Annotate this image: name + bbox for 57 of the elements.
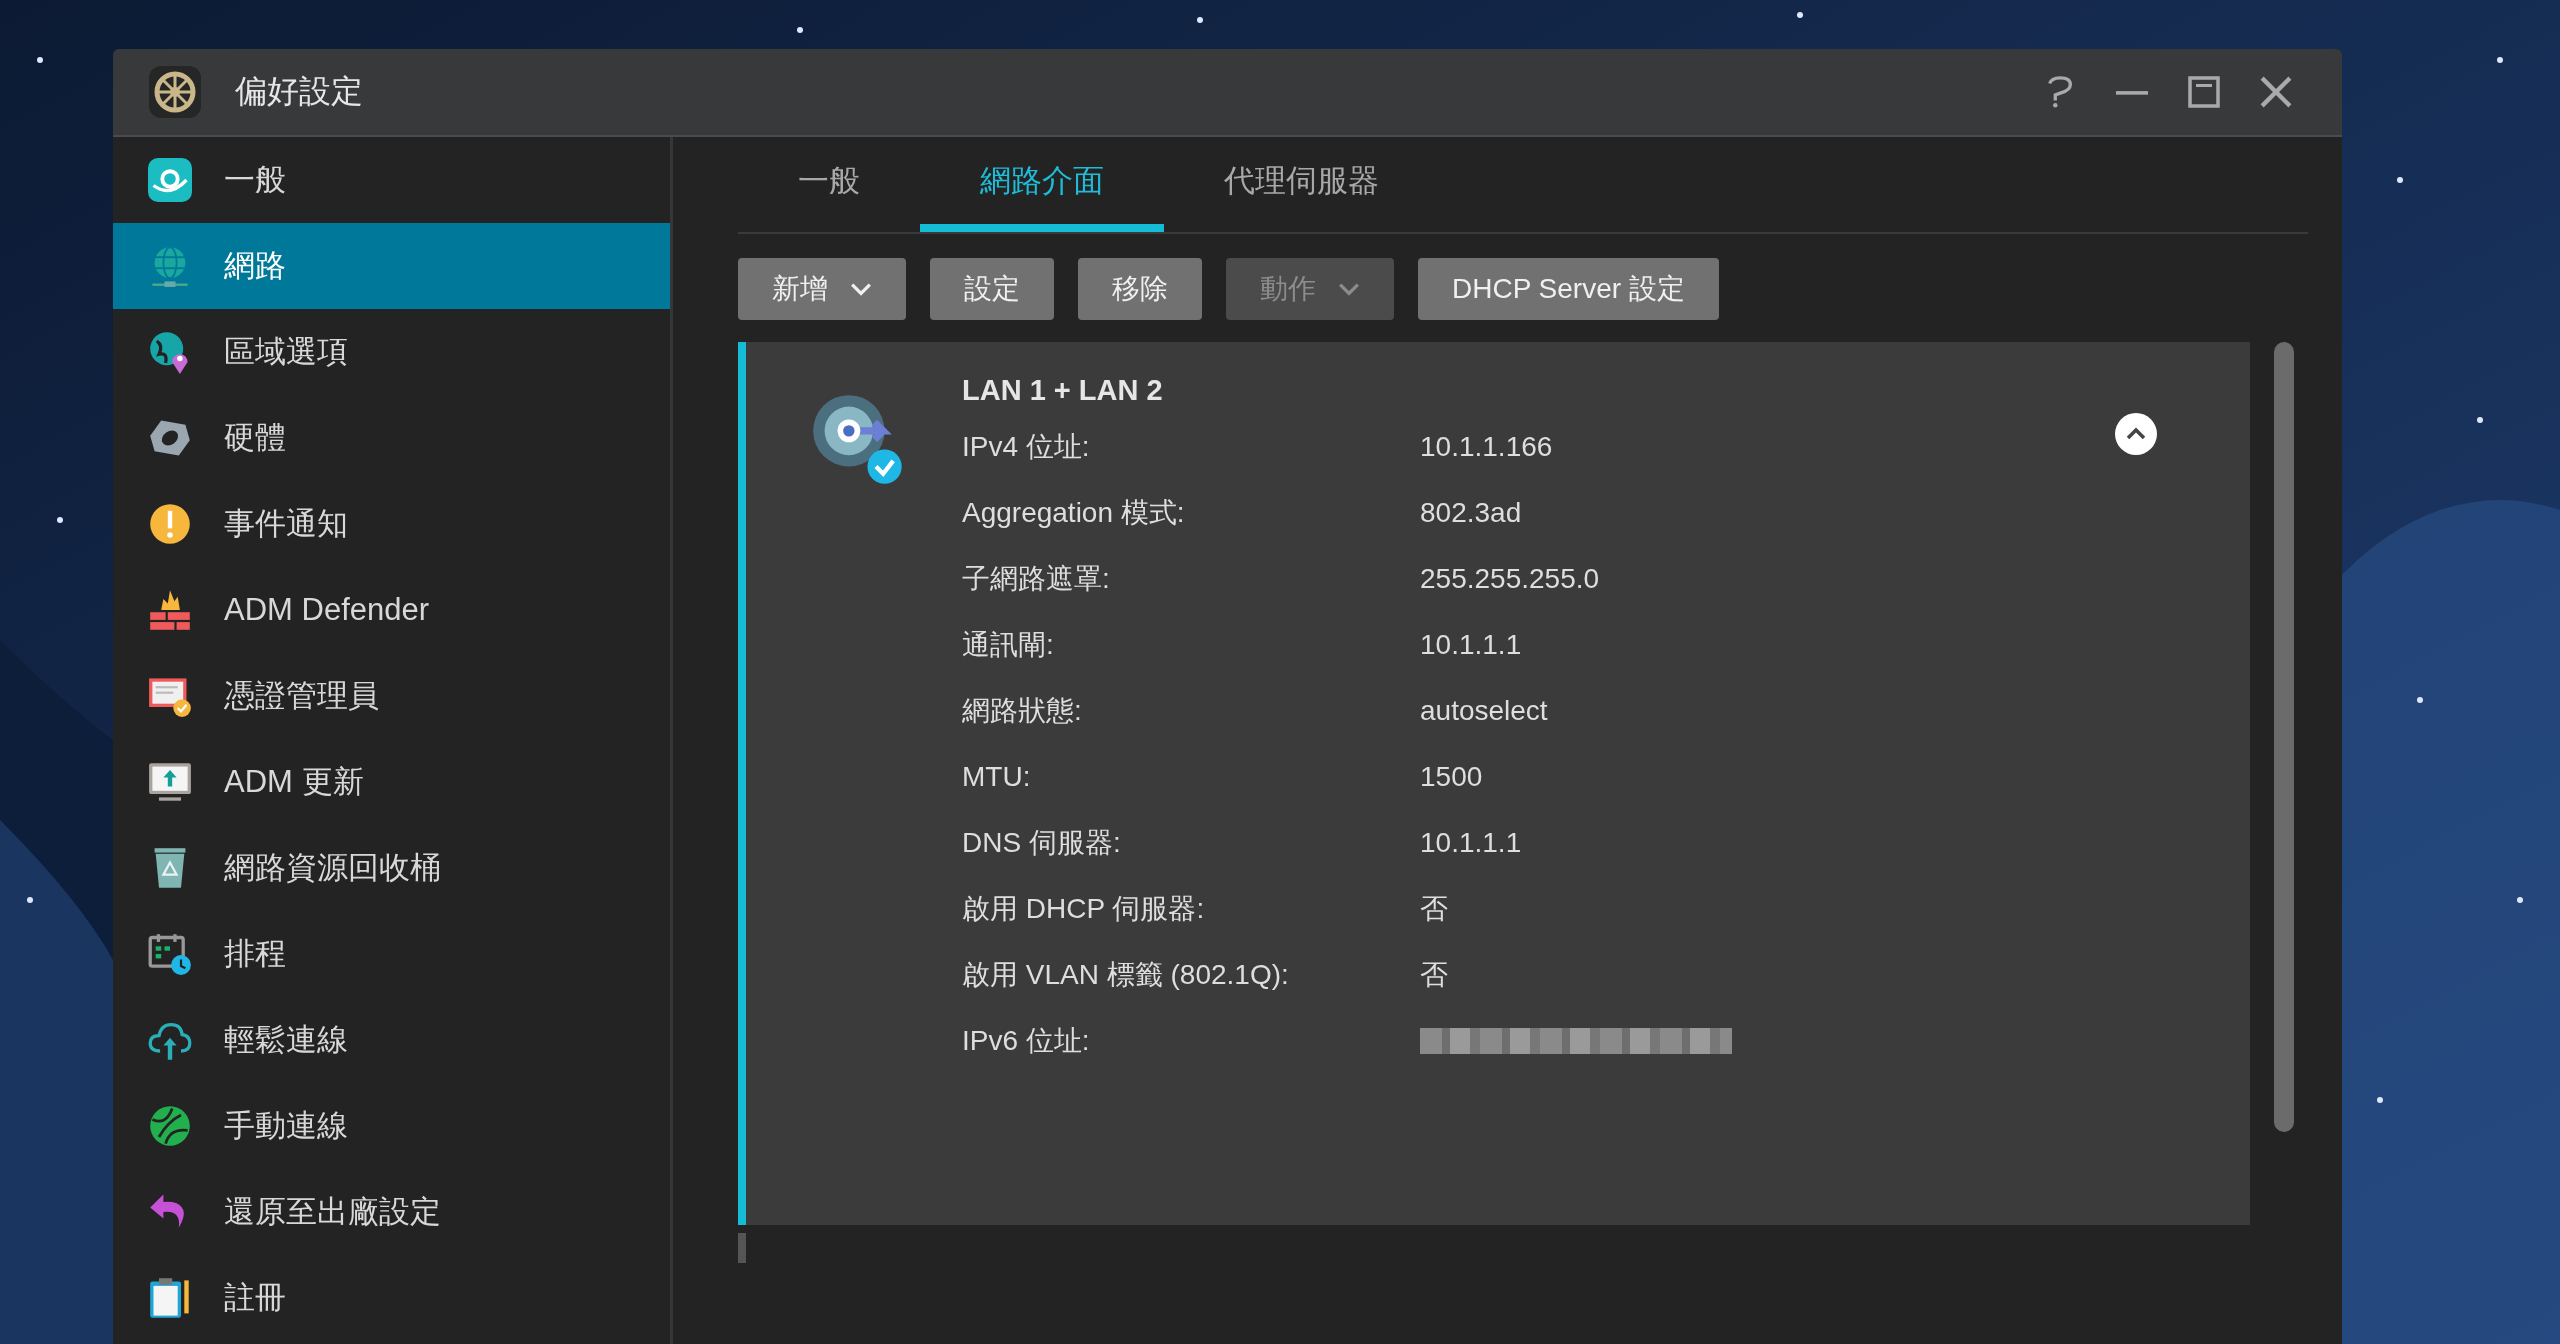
field-label: IPv6 位址:: [962, 1024, 1091, 1058]
calendar-clock-icon: [148, 932, 192, 976]
scrollbar[interactable]: [2274, 342, 2294, 1132]
field-label: 子網路遮罩:: [962, 562, 1111, 596]
close-icon[interactable]: [2260, 76, 2292, 108]
sidebar-item[interactable]: ADM 更新: [113, 739, 670, 825]
sidebar-item[interactable]: 網路: [113, 223, 670, 309]
field-value: 否: [1420, 958, 1448, 992]
sidebar-item[interactable]: 網路資源回收桶: [113, 825, 670, 911]
clipboard-icon: [148, 1276, 192, 1320]
field-label: 啟用 DHCP 伺服器:: [962, 892, 1206, 926]
field-label: 通訊閘:: [962, 628, 1055, 662]
field-value: 1500: [1420, 761, 1483, 793]
globe-icon: [148, 1104, 192, 1148]
tab[interactable]: 網路介面: [920, 137, 1164, 232]
field-value: 255.255.255.0: [1420, 563, 1600, 595]
window-title: 偏好設定: [235, 72, 363, 111]
field-value: 否: [1420, 892, 1448, 926]
toolbar-button[interactable]: 設定: [930, 258, 1054, 320]
sidebar-item[interactable]: 還原至出廠設定: [113, 1169, 670, 1255]
warning-icon: [148, 502, 192, 546]
toolbar-button[interactable]: 移除: [1078, 258, 1202, 320]
toolbar-button[interactable]: DHCP Server 設定: [1418, 258, 1719, 320]
app-logo-icon: [148, 158, 192, 202]
interface-title: LAN 1 + LAN 2: [962, 372, 1164, 408]
monitor-upload-icon: [148, 760, 192, 804]
field-label: 啟用 VLAN 標籤 (802.1Q):: [962, 958, 1290, 992]
field-value: autoselect: [1420, 695, 1548, 727]
sidebar-item[interactable]: 憑證管理員: [113, 653, 670, 739]
field-label: DNS 伺服器:: [962, 826, 1122, 860]
sidebar-item[interactable]: 排程: [113, 911, 670, 997]
field-label: 網路狀態:: [962, 694, 1083, 728]
dropdown-button[interactable]: 新增: [738, 258, 906, 320]
sidebar-item[interactable]: 硬體: [113, 395, 670, 481]
field-label: MTU:: [962, 761, 1032, 793]
sidebar-item[interactable]: 輕鬆連線: [113, 997, 670, 1083]
sidebar-item[interactable]: ADM Defender: [113, 567, 670, 653]
field-value: 10.1.1.1: [1420, 827, 1522, 859]
sidebar-item[interactable]: 區域選項: [113, 309, 670, 395]
tab[interactable]: 代理伺服器: [1164, 137, 1439, 232]
wheel-icon: [149, 66, 201, 118]
field-value: 10.1.1.166: [1420, 431, 1553, 463]
firewall-icon: [148, 588, 192, 632]
caret-icon: [1338, 282, 1360, 296]
tab[interactable]: 一般: [738, 137, 920, 232]
sidebar-item[interactable]: 註冊: [113, 1255, 670, 1341]
sidebar-item[interactable]: 手動連線: [113, 1083, 670, 1169]
field-value: 802.3ad: [1420, 497, 1522, 529]
caret-icon: [850, 282, 872, 296]
field-label: IPv4 位址:: [962, 430, 1091, 464]
maximize-icon[interactable]: [2188, 76, 2220, 108]
field-label: Aggregation 模式:: [962, 496, 1186, 530]
card-edge: [738, 1233, 746, 1263]
field-value: 10.1.1.1: [1420, 629, 1522, 661]
sidebar-item[interactable]: 一般: [113, 137, 670, 223]
collapse-icon[interactable]: [2114, 412, 2158, 456]
sidebar-item[interactable]: 事件通知: [113, 481, 670, 567]
